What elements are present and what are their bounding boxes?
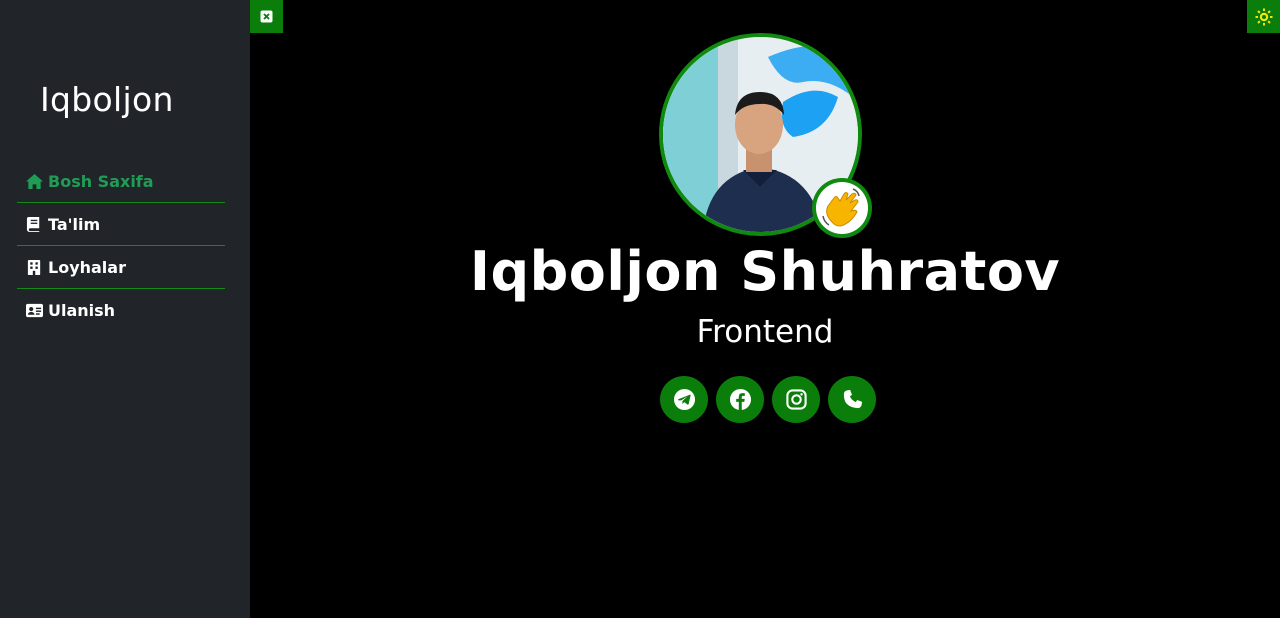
facebook-link[interactable] — [716, 376, 764, 423]
book-icon — [26, 216, 40, 232]
waving-hand-icon — [822, 188, 860, 227]
building-icon — [27, 259, 41, 275]
profile-name: Iqboljon Shuhratov — [469, 240, 1061, 303]
telegram-link[interactable] — [660, 376, 708, 423]
sidebar-item-label: Bosh Saxifa — [48, 171, 154, 191]
brand-title[interactable]: Iqboljon — [40, 80, 174, 119]
sidebar-item-loyhalar[interactable]: Loyhalar — [17, 246, 225, 289]
id-card-icon — [26, 303, 43, 318]
sidebar-item-ulanish[interactable]: Ulanish — [17, 289, 225, 332]
phone-icon — [843, 389, 862, 409]
instagram-icon — [785, 389, 807, 410]
sidebar-item-label: Loyhalar — [48, 257, 126, 277]
wave-badge — [812, 178, 872, 238]
phone-link[interactable] — [828, 376, 876, 423]
home-icon — [26, 173, 43, 189]
avatar-wrapper — [659, 33, 872, 238]
main-content: Iqboljon Shuhratov Frontend — [250, 0, 1280, 618]
sidebar-item-label: Ta'lim — [48, 214, 101, 234]
facebook-icon — [729, 388, 751, 411]
sidebar: Iqboljon Bosh Saxifa Ta'lim Loyhalar Ula… — [0, 0, 250, 618]
telegram-icon — [673, 388, 695, 411]
sidebar-item-bosh-saxifa[interactable]: Bosh Saxifa — [17, 160, 225, 203]
social-links — [660, 376, 876, 423]
sidebar-nav: Bosh Saxifa Ta'lim Loyhalar Ulanish — [17, 160, 225, 332]
instagram-link[interactable] — [772, 376, 820, 423]
sidebar-item-talim[interactable]: Ta'lim — [17, 203, 225, 246]
sidebar-item-label: Ulanish — [48, 301, 116, 320]
profile-role: Frontend — [696, 314, 834, 350]
